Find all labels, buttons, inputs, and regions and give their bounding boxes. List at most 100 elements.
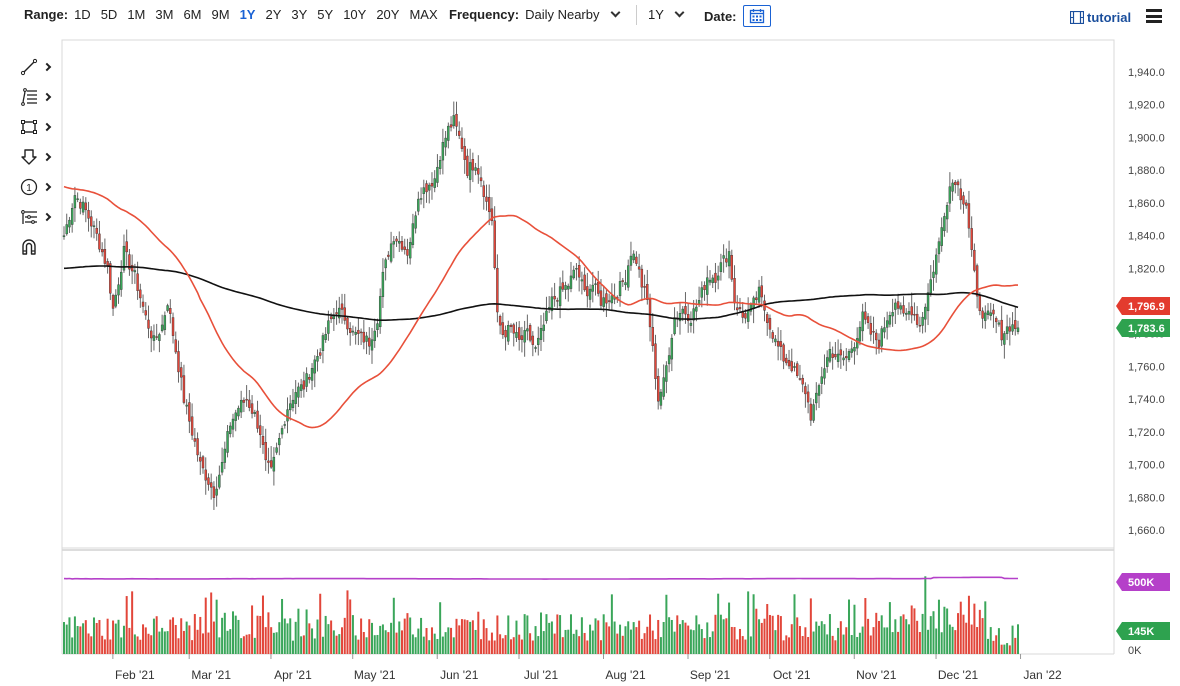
volume-bar <box>779 616 782 654</box>
candle <box>654 334 657 390</box>
volume-bar <box>586 640 589 654</box>
candle <box>695 299 698 322</box>
period-dropdown[interactable]: 1Y <box>648 7 685 22</box>
price-chart[interactable]: 1,660.0 1,680.0 1,700.0 1,720.0 1,740.0 1,760… <box>0 0 1180 686</box>
candle <box>583 267 586 292</box>
candle <box>899 302 902 315</box>
candle <box>673 307 676 336</box>
volume-bar <box>929 616 932 654</box>
candle <box>411 213 415 249</box>
volume-bar <box>335 635 338 654</box>
volume-bar <box>204 597 207 654</box>
candle <box>114 289 117 309</box>
arrow-tool-button[interactable] <box>20 142 60 172</box>
fibonacci-tool-button[interactable] <box>20 82 60 112</box>
candle <box>286 397 289 434</box>
rectangle-tool-icon <box>21 120 37 134</box>
candle <box>798 364 802 381</box>
candle <box>575 263 578 281</box>
range-button-2y[interactable]: 2Y <box>265 7 281 22</box>
candle <box>152 324 156 351</box>
volume-bar <box>891 632 894 654</box>
candle <box>436 154 439 188</box>
current-volume-tag-text: 145K <box>1128 626 1154 638</box>
volume-bar <box>84 620 87 654</box>
volume-bar <box>526 615 529 654</box>
volume-bar <box>231 611 234 654</box>
volume-bar <box>202 633 205 654</box>
pitchfork-tool-button[interactable] <box>20 202 60 232</box>
candle <box>627 259 630 291</box>
candle <box>785 353 788 366</box>
range-button-1y[interactable]: 1Y <box>240 7 256 22</box>
volume-bar <box>987 638 990 654</box>
volume-bar <box>818 625 821 654</box>
candle <box>381 258 385 308</box>
candle <box>708 270 712 286</box>
volume-bar <box>373 635 376 654</box>
volume-bar <box>717 593 720 654</box>
candle <box>98 220 101 253</box>
candle <box>692 299 695 334</box>
volume-bar <box>482 619 485 654</box>
candle <box>468 148 472 193</box>
volume-bar <box>815 621 818 654</box>
range-button-max[interactable]: MAX <box>409 7 437 22</box>
range-button-1m[interactable]: 1M <box>127 7 145 22</box>
range-button-5d[interactable]: 5D <box>101 7 118 22</box>
moving-average-price-tag: 1,796.9 <box>1116 297 1170 315</box>
candle <box>763 294 766 322</box>
candle <box>226 425 229 458</box>
hamburger-menu-icon[interactable] <box>1146 9 1162 23</box>
tutorial-link[interactable]: tutorial <box>1070 10 1131 25</box>
volume-bar <box>935 628 938 654</box>
volume-bar <box>967 595 970 654</box>
calendar-button[interactable] <box>742 5 771 27</box>
range-button-6m[interactable]: 6M <box>183 7 201 22</box>
volume-bar <box>649 614 652 654</box>
magnet-tool-button[interactable] <box>20 232 60 262</box>
volume-bar <box>510 639 513 654</box>
candle <box>398 231 401 253</box>
candle <box>1005 314 1009 341</box>
volume-bar <box>719 614 722 654</box>
volume-bar <box>471 620 474 654</box>
candle <box>321 332 325 364</box>
range-button-3m[interactable]: 3M <box>155 7 173 22</box>
candle <box>223 441 227 470</box>
candle <box>376 318 379 338</box>
candle <box>70 203 74 233</box>
fast-moving-average-line <box>63 185 1018 429</box>
volume-bar <box>398 621 401 654</box>
volume-bar <box>613 621 616 654</box>
candle <box>428 182 431 204</box>
range-button-10y[interactable]: 10Y <box>343 7 366 22</box>
rectangle-tool-button[interactable] <box>20 112 60 142</box>
volume-bar <box>302 635 305 654</box>
volume-bar <box>163 631 166 654</box>
frequency-dropdown[interactable]: Daily Nearby <box>525 7 620 22</box>
range-button-3y[interactable]: 3Y <box>291 7 307 22</box>
candle <box>449 116 453 132</box>
range-button-5y[interactable]: 5Y <box>317 7 333 22</box>
volume-bar <box>291 640 294 654</box>
line-tool-icon <box>20 58 38 76</box>
range-button-9m[interactable]: 9M <box>212 7 230 22</box>
candle <box>130 254 134 285</box>
candle <box>403 238 406 255</box>
volume-bar <box>804 627 807 654</box>
volume-bar <box>692 630 695 654</box>
volume-bar <box>932 611 935 654</box>
line-tool-button[interactable] <box>20 52 60 82</box>
volume-bar <box>182 630 185 654</box>
y-tick-label: 1,680.0 <box>1128 492 1165 504</box>
range-button-1d[interactable]: 1D <box>74 7 91 22</box>
annotation-tool-button[interactable]: 1 <box>20 172 60 202</box>
volume-bar <box>368 619 371 654</box>
volume-bar <box>466 620 469 654</box>
volume-bar <box>82 623 85 654</box>
volume-bar <box>809 598 812 654</box>
x-tick-label: Dec '21 <box>938 668 979 682</box>
range-button-20y[interactable]: 20Y <box>376 7 399 22</box>
candle <box>907 302 911 321</box>
